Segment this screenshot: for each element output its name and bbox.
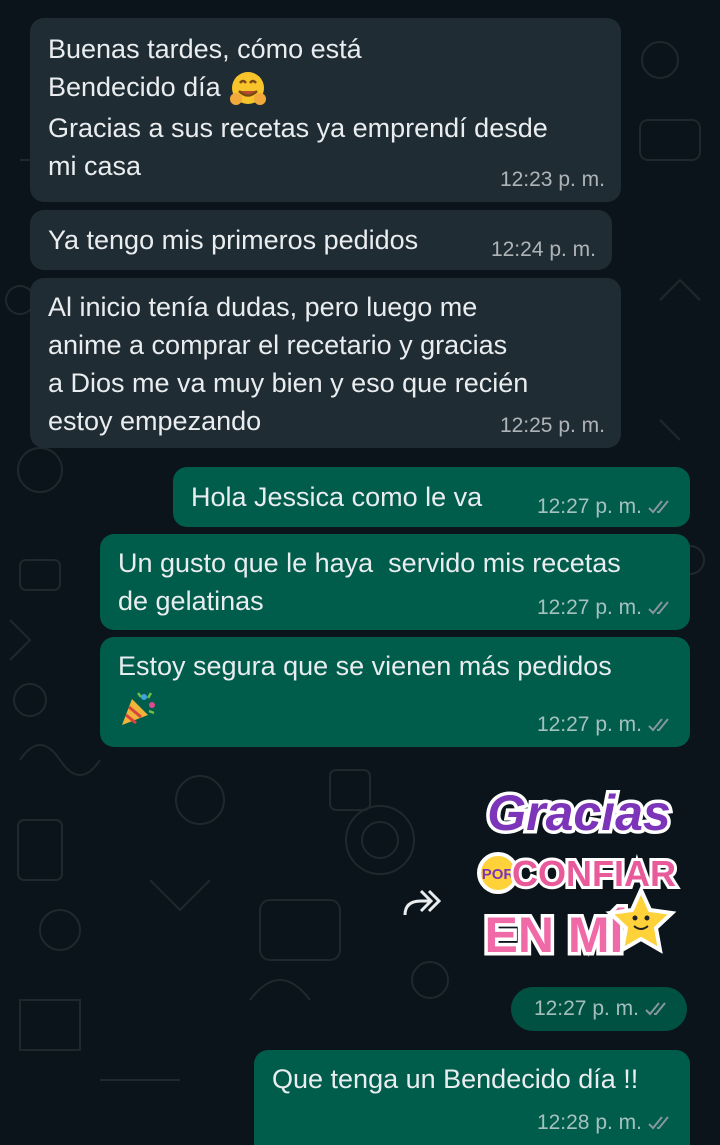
message-text: Al inicio tenía dudas, pero luego me <box>48 292 478 322</box>
sticker-text-confiar: CONFIAR <box>512 853 676 894</box>
message-meta: 12:28 p. m. <box>537 1111 674 1135</box>
hugging-face-emoji-icon <box>230 71 267 105</box>
message-meta: 12:25 p. m. <box>500 414 605 438</box>
message-time: 12:27 p. m. <box>536 495 642 518</box>
sticker-text-por: POR <box>482 866 515 883</box>
read-ticks-icon <box>648 718 669 732</box>
message-text: Un gusto que le haya servido mis recetas <box>118 548 621 578</box>
party-popper-emoji-icon <box>122 692 155 725</box>
message-text: anime a comprar el recetario y gracias <box>48 330 508 360</box>
message-text: a Dios me va muy bien y eso que recién <box>48 368 529 398</box>
message-text: Bendecido día <box>48 68 603 109</box>
message-text: Que tenga un Bendecido día !! <box>272 1064 639 1094</box>
message-text: Buenas tardes, cómo está <box>48 34 362 64</box>
message-meta: 12:23 p. m. <box>500 168 605 192</box>
gracias-sticker[interactable]: Gracias POR CONFIAR EN MÍ <box>476 778 682 974</box>
sticker-text-gracias: Gracias <box>487 785 670 841</box>
message-bubble-incoming[interactable]: Al inicio tenía dudas, pero luego me ani… <box>30 278 621 448</box>
read-ticks-icon <box>648 601 669 615</box>
read-ticks-icon <box>648 1116 669 1130</box>
message-bubble-outgoing[interactable]: Hola Jessica como le va 12:27 p. m. <box>173 467 690 527</box>
message-time: 12:28 p. m. <box>536 1111 642 1134</box>
message-time: 12:27 p. m. <box>536 713 642 736</box>
message-bubble-outgoing[interactable]: Estoy segura que se vienen más pedidos 1… <box>100 637 690 747</box>
message-text: Estoy segura que se vienen más pedidos <box>118 651 612 681</box>
message-meta: 12:27 p. m. <box>534 997 671 1021</box>
message-meta: 12:24 p. m. <box>491 238 596 262</box>
message-bubble-incoming[interactable]: Buenas tardes, cómo está Bendecido día G… <box>30 18 621 202</box>
read-ticks-icon <box>645 1002 666 1016</box>
message-time: 12:24 p. m. <box>490 238 596 261</box>
message-time: 12:23 p. m. <box>499 168 605 191</box>
message-meta: 12:27 p. m. <box>537 495 674 519</box>
message-bubble-incoming[interactable]: Ya tengo mis primeros pedidos 12:24 p. m… <box>30 210 612 270</box>
message-bubble-outgoing[interactable]: Que tenga un Bendecido día !! 12:28 p. m… <box>254 1050 690 1145</box>
message-time: 12:25 p. m. <box>499 414 605 437</box>
sticker-time-pill: 12:27 p. m. <box>511 987 687 1031</box>
message-text: Gracias a sus recetas ya emprendí desde <box>48 112 548 143</box>
message-time: 12:27 p. m. <box>536 596 642 619</box>
message-meta: 12:27 p. m. <box>537 596 674 620</box>
read-ticks-icon <box>648 500 669 514</box>
message-time: 12:27 p. m. <box>533 997 639 1020</box>
message-meta: 12:27 p. m. <box>537 713 674 737</box>
forward-icon[interactable] <box>399 885 443 919</box>
sticker-text-en-mi: EN MÍ <box>485 907 625 963</box>
message-bubble-outgoing[interactable]: Un gusto que le haya servido mis recetas… <box>100 534 690 630</box>
